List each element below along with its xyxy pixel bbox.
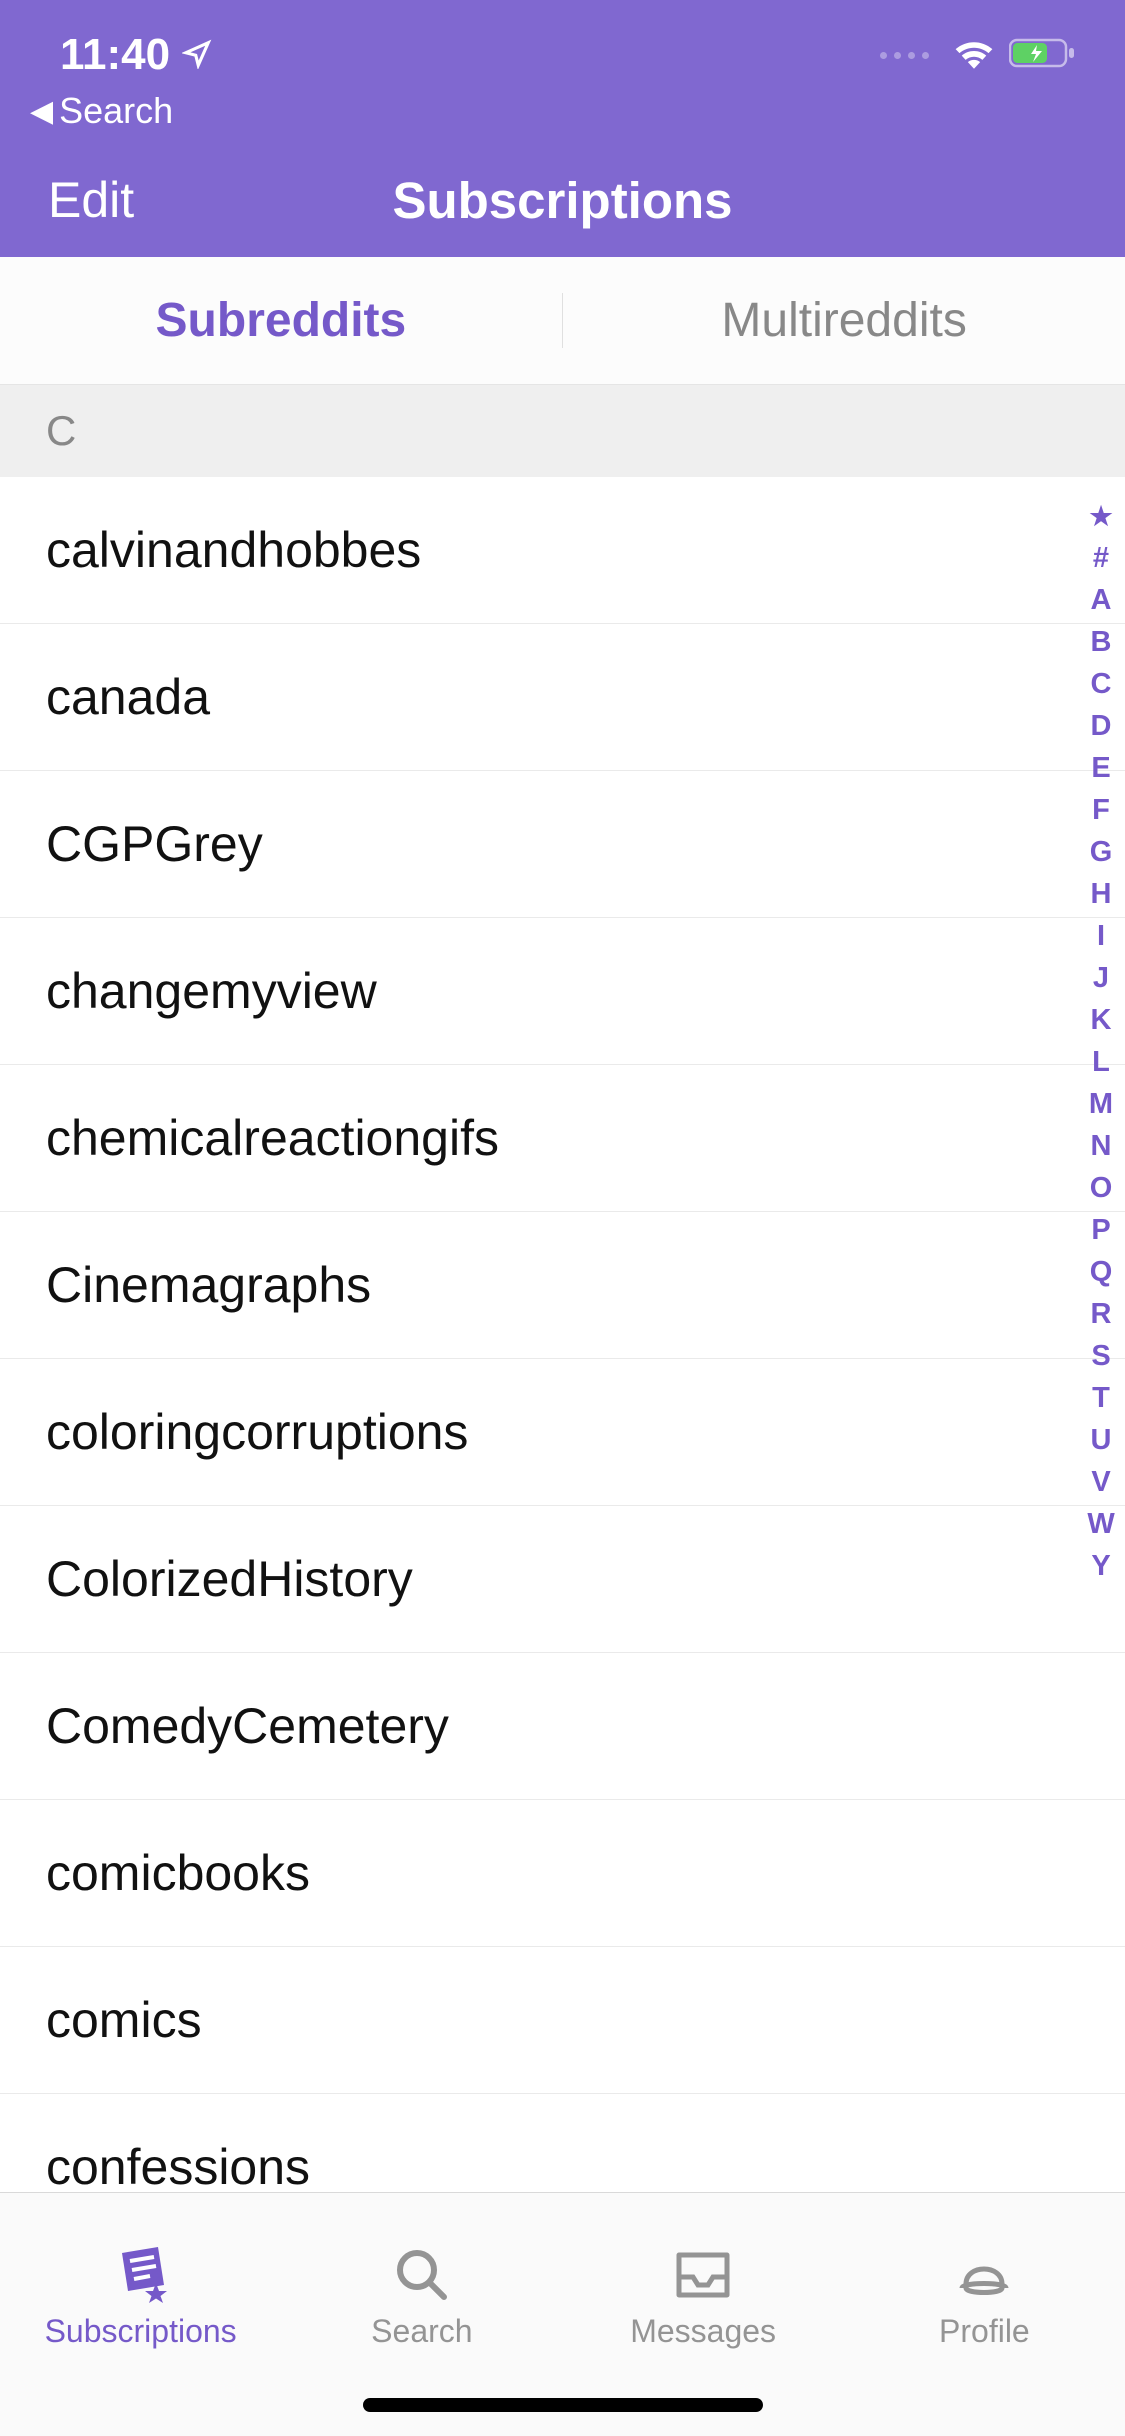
list-item[interactable]: changemyview — [0, 918, 1125, 1065]
wifi-icon — [953, 37, 995, 74]
list-container: C calvinandhobbescanadaCGPGreychangemyvi… — [0, 385, 1125, 2388]
index-letter[interactable]: Q — [1090, 1251, 1113, 1293]
section-header-letter: C — [0, 385, 1125, 477]
tabbar-search[interactable]: Search — [281, 2193, 562, 2386]
list-item[interactable]: coloringcorruptions — [0, 1359, 1125, 1506]
index-letter[interactable]: S — [1091, 1335, 1110, 1377]
list-item[interactable]: CGPGrey — [0, 771, 1125, 918]
home-indicator[interactable] — [363, 2398, 763, 2412]
subscriptions-icon — [112, 2247, 170, 2303]
index-letter[interactable]: J — [1093, 957, 1109, 999]
tab-subreddits[interactable]: Subreddits — [0, 257, 562, 384]
index-letter[interactable]: D — [1091, 705, 1112, 747]
location-icon — [182, 30, 212, 80]
index-letter[interactable]: L — [1092, 1041, 1110, 1083]
index-letter[interactable]: A — [1091, 579, 1112, 621]
index-letter[interactable]: H — [1091, 873, 1112, 915]
index-letter[interactable]: ★ — [1089, 495, 1112, 537]
index-letter[interactable]: N — [1091, 1125, 1112, 1167]
status-bar: 11:40 — [0, 0, 1125, 80]
list-item[interactable]: canada — [0, 624, 1125, 771]
index-letter[interactable]: W — [1087, 1503, 1114, 1545]
index-letter[interactable]: O — [1090, 1167, 1113, 1209]
index-letter[interactable]: P — [1091, 1209, 1110, 1251]
profile-helmet-icon — [956, 2247, 1012, 2303]
tabbar-messages-label: Messages — [630, 2313, 776, 2350]
list-item[interactable]: ColorizedHistory — [0, 1506, 1125, 1653]
search-icon — [394, 2247, 450, 2303]
tabbar-search-label: Search — [371, 2313, 472, 2350]
list-item[interactable]: Cinemagraphs — [0, 1212, 1125, 1359]
tabbar-profile[interactable]: Profile — [844, 2193, 1125, 2386]
index-letter[interactable]: R — [1091, 1293, 1112, 1335]
index-letter[interactable]: # — [1093, 537, 1109, 579]
index-letter[interactable]: K — [1091, 999, 1112, 1041]
cellular-dots-icon — [880, 52, 929, 59]
battery-charging-icon — [1009, 37, 1075, 74]
back-label: Search — [59, 90, 173, 132]
tabbar-profile-label: Profile — [939, 2313, 1030, 2350]
list-item[interactable]: comicbooks — [0, 1800, 1125, 1947]
index-letter[interactable]: V — [1091, 1461, 1110, 1503]
list-item[interactable]: chemicalreactiongifs — [0, 1065, 1125, 1212]
index-strip[interactable]: ★#ABCDEFGHIJKLMNOPQRSTUVWY — [1083, 495, 1119, 1587]
nav-row: Edit Subscriptions — [0, 150, 1125, 250]
list-item[interactable]: ComedyCemetery — [0, 1653, 1125, 1800]
index-letter[interactable]: T — [1092, 1377, 1110, 1419]
segment-tabs: Subreddits Multireddits — [0, 257, 1125, 385]
back-triangle-icon: ◀ — [30, 94, 53, 129]
index-letter[interactable]: B — [1091, 621, 1112, 663]
index-letter[interactable]: U — [1091, 1419, 1112, 1461]
status-right — [880, 37, 1075, 74]
edit-button[interactable]: Edit — [48, 171, 248, 229]
page-title: Subscriptions — [392, 171, 732, 230]
tab-multireddits-label: Multireddits — [721, 293, 966, 348]
index-letter[interactable]: E — [1091, 747, 1110, 789]
index-letter[interactable]: F — [1092, 789, 1110, 831]
index-letter[interactable]: C — [1091, 663, 1112, 705]
tab-multireddits[interactable]: Multireddits — [563, 257, 1125, 384]
status-left: 11:40 — [60, 30, 212, 80]
status-time: 11:40 — [60, 30, 170, 80]
tabbar-subscriptions-label: Subscriptions — [45, 2313, 237, 2350]
subreddit-list[interactable]: calvinandhobbescanadaCGPGreychangemyview… — [0, 477, 1125, 2388]
index-letter[interactable]: M — [1089, 1083, 1113, 1125]
tabbar-subscriptions[interactable]: Subscriptions — [0, 2193, 281, 2386]
list-item[interactable]: calvinandhobbes — [0, 477, 1125, 624]
index-letter[interactable]: G — [1090, 831, 1113, 873]
index-letter[interactable]: I — [1097, 915, 1105, 957]
tab-subreddits-label: Subreddits — [156, 293, 407, 348]
app-header: 11:40 — [0, 0, 1125, 257]
index-letter[interactable]: Y — [1091, 1545, 1110, 1587]
list-item[interactable]: comics — [0, 1947, 1125, 2094]
back-to-search[interactable]: ◀ Search — [0, 80, 1125, 132]
inbox-icon — [673, 2247, 733, 2303]
tabbar-messages[interactable]: Messages — [563, 2193, 844, 2386]
